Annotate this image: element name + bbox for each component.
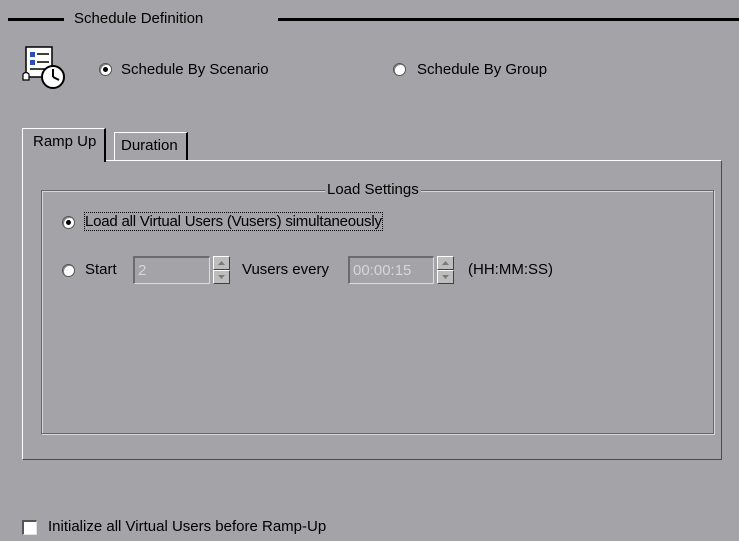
vusers-count-up-button[interactable] — [213, 256, 230, 270]
initialize-vusers-checkbox[interactable] — [22, 520, 37, 535]
schedule-by-group-radio[interactable] — [393, 63, 406, 76]
initialize-vusers-label[interactable]: Initialize all Virtual Users before Ramp… — [48, 518, 326, 535]
schedule-by-group-label[interactable]: Schedule By Group — [417, 61, 547, 78]
spin-down-icon — [218, 275, 225, 279]
interval-format-label: (HH:MM:SS) — [468, 261, 553, 278]
interval-spinner[interactable] — [437, 256, 454, 284]
tab-ramp-up[interactable]: Ramp Up — [22, 128, 107, 162]
interval-input[interactable] — [348, 256, 434, 284]
interval-down-button[interactable] — [437, 270, 454, 284]
start-label[interactable]: Start — [85, 261, 117, 278]
schedule-by-scenario-radio[interactable] — [99, 63, 112, 76]
section-line-right — [278, 18, 739, 21]
load-all-simultaneously-label[interactable]: Load all Virtual Users (Vusers) simultan… — [84, 212, 383, 231]
vusers-every-label: Vusers every — [242, 261, 329, 278]
section-title: Schedule Definition — [74, 10, 204, 27]
tab-duration[interactable]: Duration — [114, 132, 188, 160]
section-line-left — [8, 18, 64, 21]
vusers-count-down-button[interactable] — [213, 270, 230, 284]
load-settings-title: Load Settings — [325, 181, 421, 198]
load-all-simultaneously-radio[interactable] — [62, 216, 75, 229]
start-gradually-radio[interactable] — [62, 264, 75, 277]
vusers-count-input[interactable] — [133, 256, 210, 284]
schedule-by-scenario-label[interactable]: Schedule By Scenario — [121, 61, 269, 78]
interval-up-button[interactable] — [437, 256, 454, 270]
schedule-scenario-icon — [22, 46, 65, 89]
vusers-count-spinner[interactable] — [213, 256, 230, 284]
spin-down-icon — [442, 275, 449, 279]
spin-up-icon — [218, 261, 225, 265]
spin-up-icon — [442, 261, 449, 265]
